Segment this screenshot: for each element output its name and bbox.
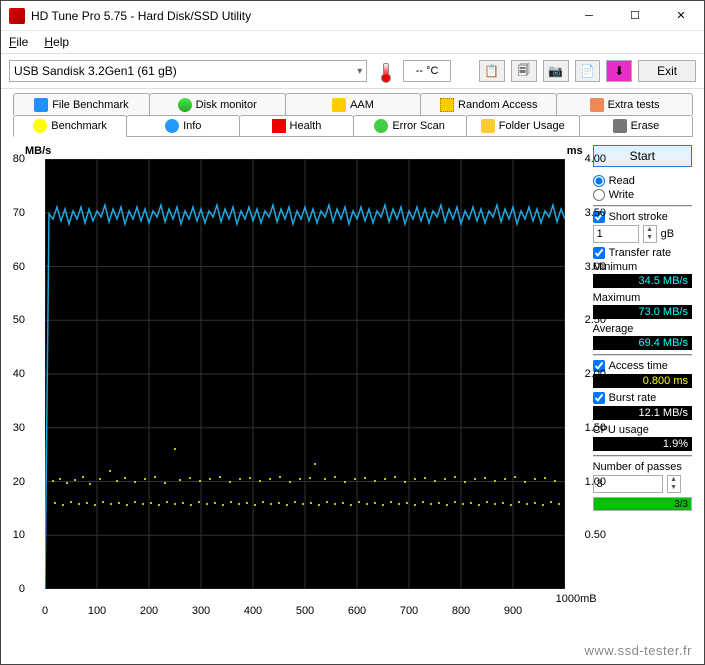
app-icon: [9, 8, 25, 24]
close-button[interactable]: ✕: [658, 1, 704, 31]
benchmark-chart: MB/s ms 80706050403020100 4.003.503.002.…: [13, 145, 585, 625]
tabs: File Benchmark Disk monitor AAM Random A…: [1, 89, 704, 137]
copy-info-button[interactable]: 📋: [479, 60, 505, 82]
passes-label: Number of passes: [593, 461, 692, 473]
options-button[interactable]: 📄: [575, 60, 601, 82]
menubar: File Help: [1, 31, 704, 53]
write-radio[interactable]: [593, 189, 605, 201]
burst-rate-checkbox[interactable]: [593, 392, 605, 404]
bulb-icon: [33, 119, 47, 133]
exit-button[interactable]: Exit: [638, 60, 696, 82]
side-panel: Start Read Write Short stroke 1 ▲▼ gB Tr…: [593, 145, 692, 625]
device-dropdown-text: USB Sandisk 3.2Gen1 (61 gB): [14, 64, 177, 78]
watermark: www.ssd-tester.fr: [585, 643, 692, 658]
tab-erase[interactable]: Erase: [579, 115, 693, 137]
menu-help[interactable]: Help: [44, 35, 69, 49]
file-icon: [34, 98, 48, 112]
minimum-value: 34.5 MB/s: [593, 274, 692, 288]
tab-benchmark[interactable]: Benchmark: [13, 115, 127, 137]
cross-icon: [272, 119, 286, 133]
maximum-value: 73.0 MB/s: [593, 305, 692, 319]
maximum-label: Maximum: [593, 292, 692, 304]
tab-random-access[interactable]: Random Access: [420, 93, 557, 115]
folder-icon: [481, 119, 495, 133]
y-axis-left-label: MB/s: [25, 145, 51, 157]
info-icon: [165, 119, 179, 133]
device-dropdown[interactable]: USB Sandisk 3.2Gen1 (61 gB): [9, 60, 367, 82]
cpu-usage-value: 1.9%: [593, 437, 692, 451]
burst-rate-value: 12.1 MB/s: [593, 406, 692, 420]
passes-spinner[interactable]: ▲▼: [667, 475, 681, 493]
cpu-usage-label: CPU usage: [593, 424, 692, 436]
maximize-button[interactable]: ☐: [612, 1, 658, 31]
magnifier-icon: [374, 119, 388, 133]
short-stroke-input[interactable]: 1: [593, 225, 639, 243]
speaker-icon: [332, 98, 346, 112]
short-stroke-spinner[interactable]: ▲▼: [643, 225, 657, 243]
tab-extra-tests[interactable]: Extra tests: [556, 93, 693, 115]
tab-folder-usage[interactable]: Folder Usage: [466, 115, 580, 137]
tab-aam[interactable]: AAM: [285, 93, 422, 115]
random-icon: [440, 98, 454, 112]
x-unit: 1000mB: [556, 593, 597, 605]
temperature-display: -- °C: [403, 60, 451, 82]
start-button[interactable]: Start: [593, 145, 692, 167]
read-radio[interactable]: [593, 175, 605, 187]
access-time-value: 0.800 ms: [593, 374, 692, 388]
minimum-label: Minimum: [593, 261, 692, 273]
tab-error-scan[interactable]: Error Scan: [353, 115, 467, 137]
average-label: Average: [593, 323, 692, 335]
save-button[interactable]: ⬇: [606, 60, 632, 82]
disk-icon: [178, 98, 192, 112]
y-axis-right-label: ms: [567, 145, 583, 157]
transfer-rate-checkbox[interactable]: [593, 247, 605, 259]
passes-progress: 3/3: [593, 497, 692, 511]
save-screenshot-button[interactable]: 📷: [543, 60, 569, 82]
trash-icon: [613, 119, 627, 133]
menu-file[interactable]: File: [9, 35, 28, 49]
titlebar: HD Tune Pro 5.75 - Hard Disk/SSD Utility…: [1, 1, 704, 31]
toolbar: USB Sandisk 3.2Gen1 (61 gB) -- °C 📋 🗐 📷 …: [1, 53, 704, 89]
window-title: HD Tune Pro 5.75 - Hard Disk/SSD Utility: [31, 9, 566, 23]
tab-disk-monitor[interactable]: Disk monitor: [149, 93, 286, 115]
tab-info[interactable]: Info: [126, 115, 240, 137]
thermometer-icon: [377, 63, 393, 79]
chart-plot: [45, 159, 565, 589]
minimize-button[interactable]: ─: [566, 1, 612, 31]
extra-icon: [590, 98, 604, 112]
access-time-scatter: [52, 448, 560, 506]
average-value: 69.4 MB/s: [593, 336, 692, 350]
copy-screenshot-button[interactable]: 🗐: [511, 60, 537, 82]
tab-health[interactable]: Health: [239, 115, 353, 137]
tab-file-benchmark[interactable]: File Benchmark: [13, 93, 150, 115]
